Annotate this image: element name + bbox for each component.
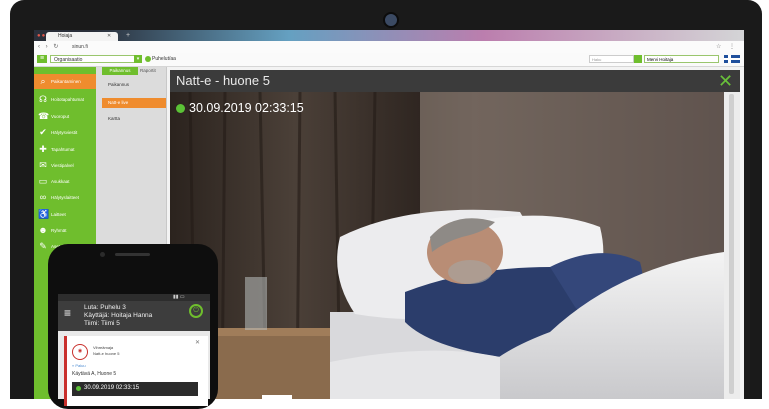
close-icon[interactable]: ✕ [107, 33, 111, 39]
decorative-stripe [94, 30, 744, 41]
video-feed [170, 92, 724, 399]
alert-card-subtitle: Natt-e huone 5 [93, 351, 120, 356]
sidebar-item[interactable]: ✚ Tapahtumat [34, 142, 96, 157]
sidebar-item[interactable]: ♿ Laitteet [34, 207, 96, 222]
sidebar-item-label: Paikantaminen [51, 79, 81, 84]
phone-camera-icon [100, 252, 105, 257]
navigation-buttons[interactable]: ‹ › ↻ [38, 43, 60, 50]
phone-status-bar [58, 294, 210, 301]
phone-video-timestamp: 30.09.2019 02:33:15 [84, 385, 140, 391]
chevron-down-icon[interactable]: ▾ [134, 55, 142, 63]
calls-label[interactable]: Puhelut/aa [152, 55, 176, 63]
search-input[interactable]: Haku [589, 55, 634, 63]
sidebar-item[interactable]: ☻ Ryhmät [34, 223, 96, 238]
phone-speaker [115, 253, 150, 256]
new-tab-button[interactable]: + [126, 32, 130, 39]
phone-header-line: Käyttäjä: Hoitaja Hanna [84, 312, 153, 319]
subnav-item-paikannus[interactable]: Paikannus [102, 80, 166, 90]
sidebar-item[interactable]: ⌕ Paikantaminen [34, 74, 96, 89]
phone-header-line: Tiimi: Tiimi 5 [84, 320, 120, 327]
webcam-icon [383, 12, 399, 28]
tab-paikannus[interactable]: Paikannus [102, 67, 138, 75]
sidebar-item-label: Viestipalvel [51, 163, 74, 168]
live-status-icon [76, 386, 81, 391]
sidebar-item-label: Hoitotapahtumat [51, 97, 85, 102]
calls-icon [145, 56, 151, 62]
subnav-item-kartta[interactable]: Kartta [102, 114, 166, 124]
organization-select[interactable]: Organisaatio [50, 55, 142, 63]
hamburger-menu-icon[interactable]: ≡ [64, 307, 74, 319]
wrench-icon: ✎ [39, 241, 47, 251]
sidebar-item[interactable]: ✔ Hälytysviestit [34, 125, 96, 140]
person-icon: ☻ [38, 225, 48, 235]
close-icon[interactable]: ✕ [718, 71, 733, 91]
url-field[interactable]: sinun.fi [72, 44, 88, 50]
room-label: Käytävä A, Huone 5 [72, 371, 117, 377]
flag-cross-horizontal [724, 58, 740, 60]
phone-icon: ☎ [38, 111, 50, 121]
sidebar-item[interactable]: ☎ Vuoroput [34, 109, 96, 124]
plus-icon: ✚ [39, 144, 47, 154]
scrollbar-thumb[interactable] [729, 94, 734, 394]
laptop-bottom-detail [262, 395, 292, 399]
sleeping-person-image [170, 92, 724, 399]
phone-header-line: Luta: Puhelu 3 [84, 304, 126, 311]
user-select[interactable]: Mervi Hoitaja [644, 55, 719, 63]
bed-icon: ▭ [38, 176, 48, 186]
sidebar-item-label: Ryhmät [51, 228, 67, 233]
power-icon[interactable]: ⏻ [189, 304, 203, 318]
headset-icon: ☊ [39, 94, 47, 104]
sidebar-item-label: Tapahtumat [51, 147, 75, 152]
sidebar-item[interactable]: ▭ Asukkaat [34, 174, 96, 189]
alert-card-title: Vihreämaja [93, 345, 114, 350]
live-status-icon [176, 104, 185, 113]
subnav-item-natte-live[interactable]: Natt-e live [102, 98, 166, 108]
sidebar-item[interactable]: ✉ Viestipalvel [34, 158, 96, 173]
mail-icon: ✉ [39, 160, 47, 170]
back-link[interactable]: « Paluu [72, 363, 86, 368]
sidebar-item-label: Hälytysviestit [51, 130, 78, 135]
search-icon: ⌕ [40, 76, 46, 86]
signal-battery-icon: ▮▮ ▭ [173, 294, 185, 300]
video-timestamp: 30.09.2019 02:33:15 [189, 101, 304, 115]
sidebar-item[interactable]: ☊ Hoitotapahtumat [34, 92, 96, 107]
organization-logo-icon: ◉ [72, 344, 88, 360]
tab-raportit[interactable]: Raportit [140, 67, 156, 75]
modal-title: Natt-e - huone 5 [176, 73, 270, 88]
sidebar-item-label: Hälytyslaitteet [51, 195, 80, 200]
sidebar-item-label: Asukkaat [51, 179, 70, 184]
menu-toggle-button[interactable]: ≡ [37, 55, 47, 63]
sidebar-item[interactable]: ∞ Hälytyslaitteet [34, 190, 96, 205]
close-icon[interactable]: ✕ [195, 339, 200, 346]
search-button[interactable] [634, 55, 642, 63]
sidebar-item-label: Vuoroput [51, 114, 70, 119]
wheelchair-icon: ♿ [38, 209, 50, 219]
sidebar-item-label: Laitteet [51, 212, 66, 217]
check-icon: ✔ [39, 127, 47, 137]
link-icon: ∞ [39, 192, 47, 202]
browser-menu-icon[interactable]: ☆ ⋮ [716, 43, 738, 50]
